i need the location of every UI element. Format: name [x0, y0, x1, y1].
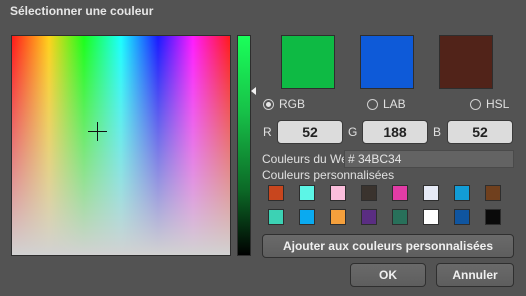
red-label: R: [263, 125, 272, 139]
custom-color-swatch[interactable]: [485, 185, 501, 201]
custom-color-swatch[interactable]: [454, 185, 470, 201]
current-color-swatch: [281, 35, 335, 89]
green-label: G: [348, 125, 358, 139]
custom-colors-label: Couleurs personnalisées: [262, 168, 395, 182]
dialog-title: Sélectionner une couleur: [10, 4, 154, 18]
custom-color-swatch[interactable]: [361, 209, 377, 225]
web-colors-label: Couleurs du Web: [262, 152, 355, 166]
mode-rgb-label: RGB: [279, 97, 306, 111]
mode-lab-label: LAB: [383, 97, 406, 111]
custom-color-swatch[interactable]: [330, 209, 346, 225]
hue-slider-marker-icon[interactable]: [251, 87, 256, 95]
hue-slider[interactable]: [237, 35, 251, 256]
custom-color-swatch[interactable]: [423, 185, 439, 201]
custom-color-swatch[interactable]: [361, 185, 377, 201]
custom-color-swatch[interactable]: [299, 185, 315, 201]
radio-rgb[interactable]: [263, 98, 274, 110]
green-input[interactable]: 188: [362, 120, 428, 144]
custom-colors-grid: [268, 185, 514, 225]
add-to-custom-colors-button[interactable]: Ajouter aux couleurs personnalisées: [262, 234, 514, 258]
mode-hsl[interactable]: HSL: [470, 97, 509, 111]
radio-hsl[interactable]: [470, 98, 481, 110]
custom-color-swatch[interactable]: [268, 209, 284, 225]
hex-input[interactable]: [344, 150, 514, 168]
ok-button[interactable]: OK: [350, 263, 426, 287]
mode-rgb[interactable]: RGB: [263, 97, 305, 111]
custom-color-swatch[interactable]: [485, 209, 501, 225]
blue-input[interactable]: 52: [447, 120, 513, 144]
blue-label: B: [433, 125, 442, 139]
red-input[interactable]: 52: [277, 120, 343, 144]
cancel-button[interactable]: Annuler: [436, 263, 514, 287]
crosshair-cursor[interactable]: [88, 122, 107, 141]
complement-color-swatch[interactable]: [360, 35, 414, 89]
mode-hsl-label: HSL: [486, 97, 510, 111]
previous-color-swatch[interactable]: [439, 35, 493, 89]
custom-color-swatch[interactable]: [454, 209, 470, 225]
custom-color-swatch[interactable]: [392, 209, 408, 225]
custom-color-swatch[interactable]: [299, 209, 315, 225]
radio-lab[interactable]: [367, 98, 378, 110]
custom-color-swatch[interactable]: [268, 185, 284, 201]
custom-color-swatch[interactable]: [330, 185, 346, 201]
custom-color-swatch[interactable]: [392, 185, 408, 201]
saturation-value-picker[interactable]: [11, 35, 231, 256]
mode-lab[interactable]: LAB: [367, 97, 406, 111]
custom-color-swatch[interactable]: [423, 209, 439, 225]
